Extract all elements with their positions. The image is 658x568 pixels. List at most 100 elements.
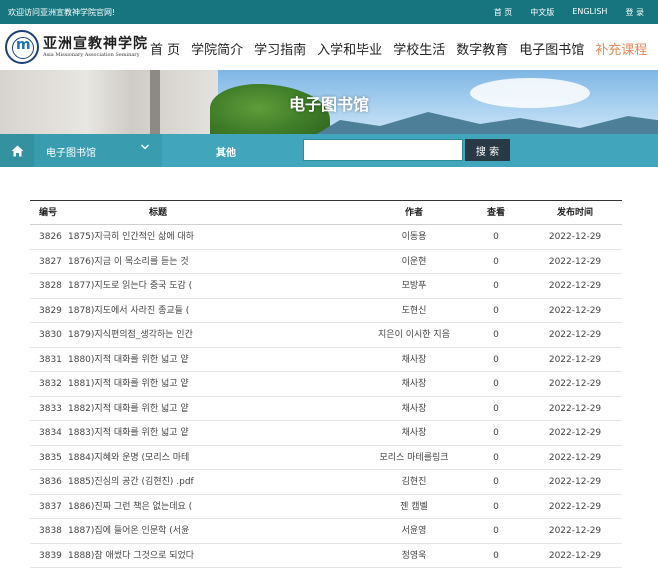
nav-item-e-library[interactable]: 电子图书馆 — [519, 39, 584, 58]
table-row[interactable]: 3831 1880)지적 대화를 위한 넓고 얕 채사장 0 2022-12-29 — [30, 348, 622, 372]
table-row[interactable]: 3839 1888)참 애썼다 그것으로 되었다 정영욱 0 2022-12-29 — [30, 544, 622, 568]
row-author: 이동용 — [401, 232, 427, 242]
table-row[interactable]: 3835 1884)지혜와 운명 (모리스 마테 모리스 마테를링크 0 2022-12… — [30, 446, 622, 470]
row-number: 3833 — [39, 403, 62, 414]
row-number: 3837 — [39, 501, 62, 512]
row-views: 0 — [493, 477, 499, 487]
row-date: 2022-12-29 — [548, 305, 602, 316]
table-row[interactable]: 3826 1875)지극히 인간적인 삶에 대하 이동용 0 2022-12-29 — [30, 225, 622, 250]
row-author: 젠 캠벨 — [400, 501, 428, 512]
row-views: 0 — [493, 305, 499, 316]
top-link-english[interactable]: ENGLISH — [572, 7, 607, 18]
row-title-link[interactable]: 1880)지적 대화를 위한 넓고 얕 — [68, 348, 268, 372]
row-views: 0 — [493, 550, 499, 561]
search-input[interactable] — [303, 139, 463, 161]
seal-logo-icon — [5, 30, 39, 64]
table-row[interactable]: 3838 1887)집에 들어온 인문학 (서윤 서윤영 0 2022-12-29 — [30, 519, 622, 544]
row-views: 0 — [493, 379, 499, 389]
row-author: 정영욱 — [401, 550, 427, 561]
page-banner: 电子图书馆 — [0, 70, 658, 134]
row-title-link[interactable]: 1879)지식편의점_생각하는 인간 — [68, 323, 268, 347]
row-author: 모리스 마테를링크 — [379, 452, 449, 463]
nav-item-study-guide[interactable]: 学习指南 — [254, 39, 306, 58]
site-header: 亚洲宣教神学院 Asia Missionary Association Semi… — [0, 24, 658, 70]
row-date: 2022-12-29 — [548, 501, 602, 512]
category-select-value: 电子图书馆 — [46, 148, 96, 159]
column-header-number: 编号 — [39, 208, 58, 218]
nav-item-admission[interactable]: 入学和毕业 — [317, 39, 382, 58]
welcome-text: 欢迎访问亚洲宣教神学院官网! — [8, 8, 116, 17]
logo-name-en: Asia Missionary Association Seminary — [43, 52, 140, 58]
row-date: 2022-12-29 — [548, 452, 602, 463]
house-icon — [11, 145, 23, 156]
site-logo[interactable]: 亚洲宣教神学院 Asia Missionary Association Semi… — [5, 30, 148, 64]
row-author: 채사장 — [401, 428, 427, 438]
banner-title: 电子图书馆 — [288, 95, 369, 114]
row-date: 2022-12-29 — [548, 550, 602, 561]
row-title-link[interactable]: 1875)지극히 인간적인 삶에 대하 — [68, 225, 268, 249]
table-row[interactable]: 3837 1886)진짜 그런 책은 없는데요 ( 젠 캠벨 0 2022-12-29 — [30, 495, 622, 519]
top-link-chinese[interactable]: 中文版 — [530, 7, 554, 18]
row-number: 3834 — [39, 428, 62, 438]
row-views: 0 — [493, 403, 499, 414]
nav-item-digital-education[interactable]: 数字教育 — [456, 39, 508, 58]
table-row[interactable]: 3827 1876)지금 이 목소리를 듣는 것 이운현 0 2022-12-29 — [30, 250, 622, 274]
table-body: 3826 1875)지극히 인간적인 삶에 대하 이동용 0 2022-12-29 382… — [30, 225, 622, 568]
row-number: 3826 — [39, 232, 62, 242]
row-title-link[interactable]: 1876)지금 이 목소리를 듣는 것 — [68, 250, 268, 274]
top-link-home[interactable]: 首 页 — [494, 7, 513, 18]
row-title-link[interactable]: 1878)지도에서 사라진 종교들 ( — [68, 299, 268, 323]
table-row[interactable]: 3832 1881)지적 대화를 위한 넓고 얕 채사장 0 2022-12-29 — [30, 372, 622, 397]
row-views: 0 — [493, 256, 499, 267]
row-number: 3838 — [39, 526, 62, 536]
category-select[interactable]: 电子图书馆 — [34, 134, 162, 167]
row-author: 서윤영 — [401, 526, 427, 536]
row-title-link[interactable]: 1884)지혜와 운명 (모리스 마테 — [68, 446, 268, 470]
logo-name-cn: 亚洲宣教神学院 — [43, 36, 148, 52]
row-title-link[interactable]: 1882)지적 대화를 위한 넓고 얕 — [68, 397, 268, 421]
nav-item-supplementary-courses[interactable]: 补充课程 — [595, 39, 647, 58]
nav-item-about[interactable]: 学院简介 — [191, 39, 243, 58]
row-author: 채사장 — [401, 403, 427, 414]
row-title-link[interactable]: 1888)참 애썼다 그것으로 되었다 — [68, 544, 268, 568]
row-author: 이운현 — [401, 256, 427, 267]
row-views: 0 — [493, 354, 499, 365]
row-date: 2022-12-29 — [548, 526, 602, 536]
row-number: 3830 — [39, 330, 62, 340]
table-row[interactable]: 3833 1882)지적 대화를 위한 넓고 얕 채사장 0 2022-12-29 — [30, 397, 622, 421]
search-button[interactable]: 搜 索 — [465, 139, 510, 161]
library-table: 编号 标题 作者 查看 发布时间 3826 1875)지극히 인간적인 삶에 대하… — [30, 200, 622, 568]
row-author: 모방푸 — [401, 281, 427, 291]
row-views: 0 — [493, 232, 499, 242]
table-row[interactable]: 3829 1878)지도에서 사라진 종교들 (도현신 0 2022-12-29 — [30, 299, 622, 323]
column-header-views: 查看 — [486, 208, 505, 218]
row-date: 2022-12-29 — [548, 232, 602, 242]
row-title-link[interactable]: 1885)진심의 공간 (김현진) .pdf — [68, 470, 268, 494]
row-title-link[interactable]: 1887)집에 들어온 인문학 (서윤 — [68, 519, 268, 543]
table-row[interactable]: 3830 1879)지식편의점_생각하는 인간 지은이 이시한 지음 0 2022-12… — [30, 323, 622, 348]
nav-item-campus-life[interactable]: 学校生活 — [393, 39, 445, 58]
row-title-link[interactable]: 1881)지적 대화를 위한 넓고 얕 — [68, 372, 268, 396]
row-author: 김현진 — [401, 477, 427, 487]
row-number: 3839 — [39, 550, 62, 561]
row-date: 2022-12-29 — [548, 477, 602, 487]
row-views: 0 — [493, 428, 499, 438]
row-views: 0 — [493, 501, 499, 512]
row-title-link[interactable]: 1883)지적 대화를 위한 넓고 얕 — [68, 421, 268, 445]
top-link-login[interactable]: 登 录 — [625, 7, 644, 18]
row-number: 3836 — [39, 477, 62, 487]
table-row[interactable]: 3836 1885)진심의 공간 (김현진) .pdf 김현진 0 2022-12-29 — [30, 470, 622, 495]
home-icon[interactable] — [0, 134, 34, 167]
row-number: 3835 — [39, 452, 62, 463]
row-views: 0 — [493, 330, 499, 340]
top-links: 首 页 中文版 ENGLISH 登 录 — [494, 7, 644, 18]
column-header-author: 作者 — [404, 208, 423, 218]
row-number: 3828 — [39, 281, 62, 291]
row-title-link[interactable]: 1886)진짜 그런 책은 없는데요 ( — [68, 495, 268, 519]
row-title-link[interactable]: 1877)지도로 읽는다 중국 도감 ( — [68, 274, 268, 298]
row-views: 0 — [493, 526, 499, 536]
nav-item-home[interactable]: 首 页 — [150, 39, 180, 58]
row-date: 2022-12-29 — [548, 281, 602, 291]
table-row[interactable]: 3834 1883)지적 대화를 위한 넓고 얕 채사장 0 2022-12-29 — [30, 421, 622, 446]
table-row[interactable]: 3828 1877)지도로 읽는다 중국 도감 (모방푸 0 2022-12-29 — [30, 274, 622, 299]
